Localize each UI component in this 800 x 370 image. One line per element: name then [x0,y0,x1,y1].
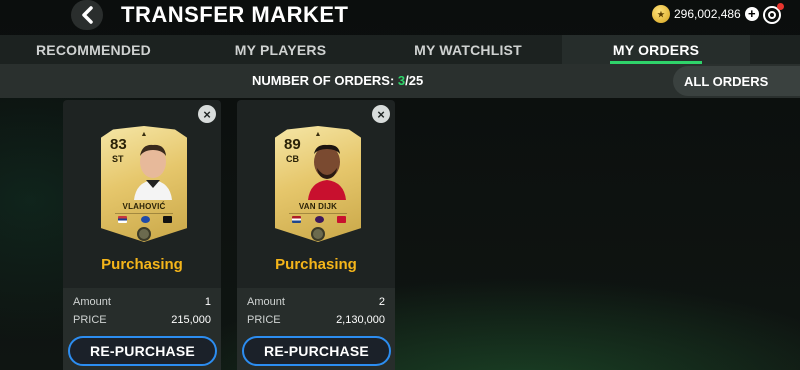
amount-label: Amount [73,296,111,308]
tab-my-watchlist[interactable]: MY WATCHLIST [374,35,562,64]
league-logo-icon [314,216,324,223]
player-name: VLAHOVIĆ [122,202,166,211]
notification-dot [777,3,784,10]
orders-count-label: NUMBER OF ORDERS: [252,73,395,88]
amount-value: 1 [204,296,211,308]
coin-value: 296,002,486 [674,7,741,21]
re-purchase-button[interactable]: RE-PURCHASE [242,336,391,366]
club-crest-icon [337,216,346,223]
add-coins-icon[interactable]: + [744,7,759,21]
league-logo-icon [140,216,150,223]
tab-my-orders[interactable]: MY ORDERS [562,35,750,64]
orders-bar: NUMBER OF ORDERS: 3/25 ALL ORDERS [0,64,800,98]
chevron-left-icon [82,6,93,24]
order-details: Amount 2 PRICE 2,130,000 RE-PURCHASE [237,288,395,370]
orders-max: /25 [405,73,424,88]
price-row: PRICE 2,130,000 [247,314,385,326]
card-divider [289,213,347,214]
club-crest-icon [163,216,172,223]
chemistry-style-icon [137,227,151,241]
amount-label: Amount [247,296,285,308]
price-label: PRICE [247,314,281,326]
order-status: Purchasing [101,256,183,273]
player-rating: 89 [284,136,301,153]
amount-value: 2 [378,296,385,308]
card-badges [118,216,172,223]
order-card: × ▲ 83 ST VLAHOVIĆ Purchasing Amount 1 P… [63,100,221,370]
chemistry-style-icon [311,227,325,241]
price-value: 215,000 [171,314,211,326]
close-icon[interactable]: × [198,105,216,123]
page-title: TRANSFER MARKET [121,2,349,27]
back-button[interactable] [71,0,103,30]
close-icon[interactable]: × [372,105,390,123]
price-value: 2,130,000 [336,314,385,326]
player-position: ST [112,154,124,164]
order-status: Purchasing [275,256,357,273]
re-purchase-button[interactable]: RE-PURCHASE [68,336,217,366]
fc-logo-icon: ▲ [140,131,148,138]
player-portrait [134,144,172,200]
coin-icon: ★ [652,5,670,23]
player-portrait [308,144,346,200]
fc-logo-icon: ▲ [314,131,322,138]
player-position: CB [286,154,299,164]
coin-balance: ★ 296,002,486 + [652,5,759,23]
card-divider [115,213,173,214]
price-label: PRICE [73,314,107,326]
card-badges [292,216,346,223]
header: TRANSFER MARKET ★ 296,002,486 + [0,0,800,35]
nation-flag-icon [292,216,301,223]
order-details: Amount 1 PRICE 215,000 RE-PURCHASE [63,288,221,370]
tab-my-players[interactable]: MY PLAYERS [187,35,374,64]
nation-flag-icon [118,216,127,223]
order-card: × ▲ 89 CB VAN DIJK Purchasing Amount 2 P… [237,100,395,370]
tab-recommended[interactable]: RECOMMENDED [0,35,187,64]
player-card[interactable]: ▲ 83 ST VLAHOVIĆ [101,126,187,242]
amount-row: Amount 2 [247,296,385,308]
amount-row: Amount 1 [73,296,211,308]
orders-count: NUMBER OF ORDERS: 3/25 [252,73,423,88]
tab-bar: RECOMMENDED MY PLAYERS MY WATCHLIST MY O… [0,35,800,64]
player-card[interactable]: ▲ 89 CB VAN DIJK [275,126,361,242]
player-name: VAN DIJK [298,202,338,211]
all-orders-filter[interactable]: ALL ORDERS [673,66,800,96]
price-row: PRICE 215,000 [73,314,211,326]
player-rating: 83 [110,136,127,153]
